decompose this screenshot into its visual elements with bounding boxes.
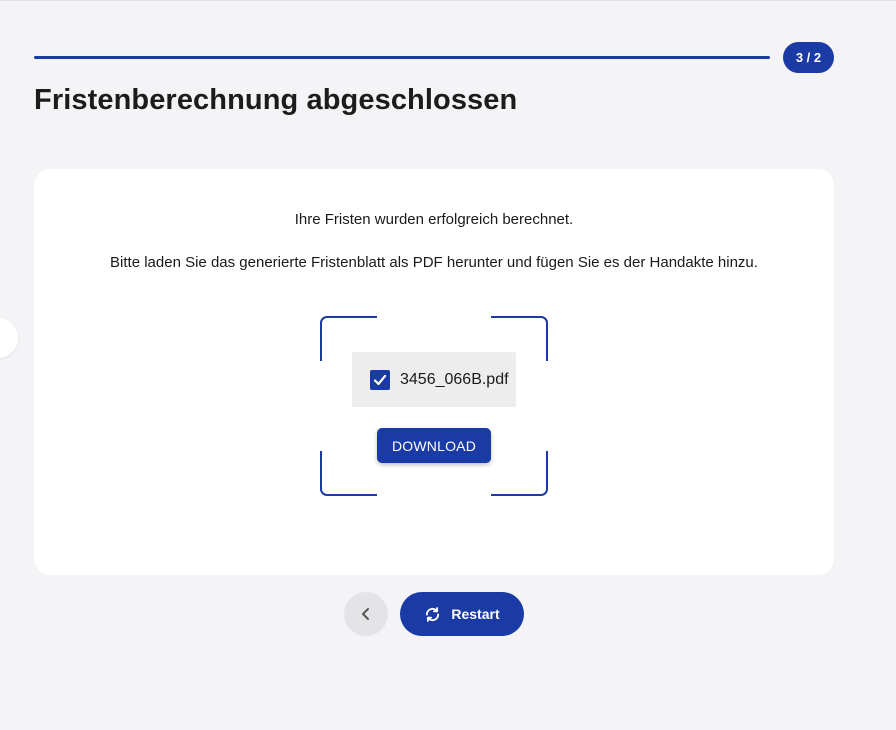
- frame-corner-bottom-right: [491, 451, 548, 496]
- page-title: Fristenberechnung abgeschlossen: [34, 84, 518, 116]
- chevron-left-icon: [362, 608, 369, 620]
- instruction-message: Bitte laden Sie das generierte Fristenbl…: [110, 254, 758, 271]
- file-name: 3456_066B.pdf: [400, 370, 509, 388]
- refresh-icon: [424, 606, 441, 623]
- result-card: Ihre Fristen wurden erfolgreich berechne…: [34, 169, 834, 575]
- success-message: Ihre Fristen wurden erfolgreich berechne…: [294, 211, 574, 228]
- file-checkbox[interactable]: [370, 369, 390, 390]
- restart-label: Restart: [451, 606, 500, 622]
- frame-corner-bottom-left: [320, 451, 377, 496]
- download-button[interactable]: DOWNLOAD: [377, 428, 491, 463]
- top-border: [0, 0, 896, 1]
- restart-button[interactable]: Restart: [400, 592, 524, 636]
- progress-bar: [34, 56, 770, 59]
- download-frame: 3456_066B.pdf DOWNLOAD: [320, 316, 548, 496]
- side-panel-handle[interactable]: [0, 318, 18, 358]
- file-item: 3456_066B.pdf: [352, 352, 516, 407]
- checkmark-icon: [373, 374, 387, 385]
- step-badge: 3 / 2: [783, 42, 834, 73]
- back-button[interactable]: [344, 592, 388, 636]
